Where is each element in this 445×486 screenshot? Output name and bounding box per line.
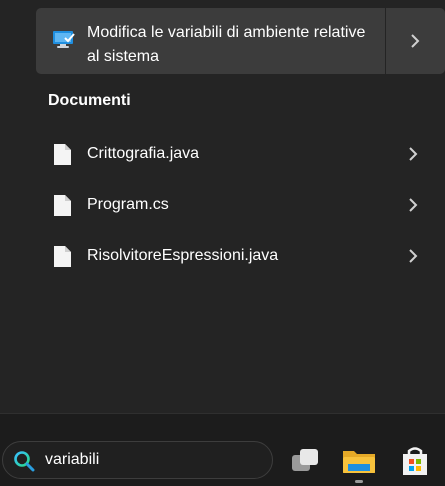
task-view-button[interactable] xyxy=(286,441,326,481)
document-item[interactable]: RisolvitoreEspressioni.java xyxy=(36,231,445,281)
chevron-right-icon[interactable] xyxy=(408,197,418,213)
microsoft-store-icon xyxy=(403,447,427,475)
file-explorer-icon xyxy=(343,451,375,473)
chevron-right-icon[interactable] xyxy=(408,248,418,264)
document-label: RisolvitoreEspressioni.java xyxy=(87,247,279,264)
document-item[interactable]: Crittografia.java xyxy=(36,129,445,179)
file-icon xyxy=(54,246,71,267)
chevron-right-icon[interactable] xyxy=(408,146,418,162)
file-icon xyxy=(54,195,71,216)
active-app-indicator xyxy=(355,480,363,483)
document-label: Crittografia.java xyxy=(87,145,200,162)
document-label: Program.cs xyxy=(87,196,169,213)
taskbar-search-box[interactable] xyxy=(2,441,273,479)
top-result-title: Modifica le variabili di ambiente relati… xyxy=(87,24,366,65)
task-view-icon xyxy=(292,449,318,471)
microsoft-store-button[interactable] xyxy=(395,441,435,481)
file-explorer-button[interactable] xyxy=(339,441,379,481)
documents-heading: Documenti xyxy=(48,92,131,109)
chevron-right-icon xyxy=(410,33,420,49)
document-item[interactable]: Program.cs xyxy=(36,180,445,230)
top-result-item[interactable]: Modifica le variabili di ambiente relati… xyxy=(36,8,385,74)
search-results-panel: Modifica le variabili di ambiente relati… xyxy=(0,0,445,414)
top-result-expand-button[interactable] xyxy=(386,8,445,74)
search-input[interactable] xyxy=(45,450,245,470)
taskbar xyxy=(0,414,445,485)
file-icon xyxy=(54,144,71,165)
system-properties-icon xyxy=(53,31,75,48)
search-icon xyxy=(14,451,35,472)
